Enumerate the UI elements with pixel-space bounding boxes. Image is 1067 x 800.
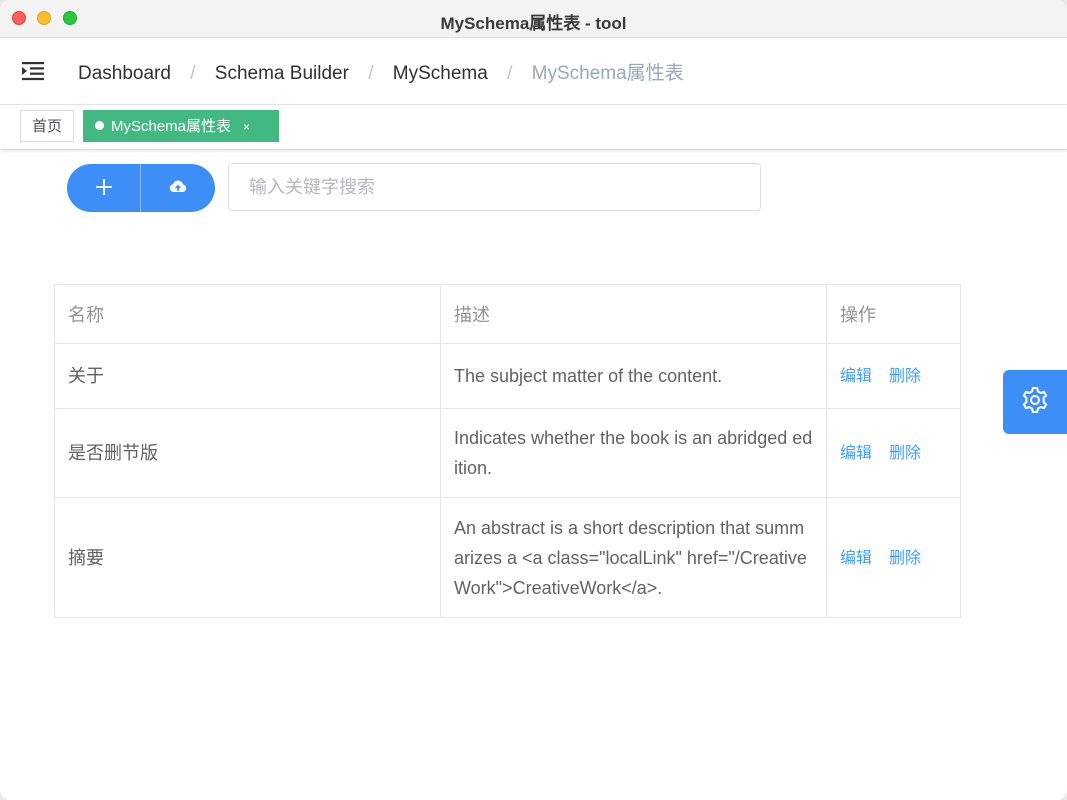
column-header-actions: 操作 (826, 284, 961, 344)
breadcrumb-separator: / (507, 63, 513, 84)
delete-link[interactable]: 删除 (889, 445, 921, 462)
cloud-upload-icon (169, 179, 187, 198)
navbar: Dashboard / Schema Builder / MySchema / … (0, 38, 1067, 105)
table-row: 关于 The subject matter of the content. 编辑… (54, 343, 961, 409)
delete-link[interactable]: 删除 (889, 368, 921, 385)
title-bar: MySchema属性表 - tool (0, 0, 1067, 38)
breadcrumb-schema-builder[interactable]: Schema Builder (215, 63, 349, 85)
table-row: 是否删节版 Indicates whether the book is an a… (54, 408, 961, 498)
plus-icon (95, 178, 113, 199)
gear-icon (1020, 385, 1050, 420)
breadcrumb-current: MySchema属性表 (531, 63, 684, 84)
column-header-name: 名称 (54, 284, 441, 344)
breadcrumb-myschema[interactable]: MySchema (393, 63, 488, 85)
cell-actions: 编辑 删除 (826, 497, 961, 618)
add-button[interactable] (67, 164, 141, 212)
cell-description: The subject matter of the content. (440, 343, 827, 409)
window-title: MySchema属性表 - tool (440, 14, 627, 33)
cell-actions: 编辑 删除 (826, 343, 961, 409)
tags-view: 首页 MySchema属性表 × (0, 105, 1067, 150)
tag-current-label: MySchema属性表 (111, 118, 232, 135)
property-table: 名称 描述 操作 关于 The subject matter of the co… (54, 284, 961, 618)
edit-link[interactable]: 编辑 (840, 550, 872, 567)
settings-button[interactable] (1003, 370, 1067, 434)
column-header-description: 描述 (440, 284, 827, 344)
active-dot-icon (95, 121, 104, 130)
cell-name: 关于 (54, 343, 441, 409)
upload-button[interactable] (141, 164, 215, 212)
tag-close-icon[interactable]: × (243, 111, 250, 143)
cell-actions: 编辑 删除 (826, 408, 961, 498)
search-input[interactable] (228, 163, 761, 211)
table-header-row: 名称 描述 操作 (54, 284, 961, 344)
cell-name: 是否删节版 (54, 408, 441, 498)
edit-link[interactable]: 编辑 (840, 445, 872, 462)
edit-link[interactable]: 编辑 (840, 368, 872, 385)
breadcrumb-separator: / (368, 63, 374, 84)
breadcrumb: Dashboard / Schema Builder / MySchema / … (78, 58, 684, 85)
delete-link[interactable]: 删除 (889, 550, 921, 567)
app-window: MySchema属性表 - tool Dashboard / Schema Bu… (0, 0, 1067, 800)
tag-home[interactable]: 首页 (20, 110, 75, 142)
tag-current[interactable]: MySchema属性表 × (83, 110, 279, 142)
sidebar-toggle-icon[interactable] (22, 59, 46, 83)
breadcrumb-separator: / (190, 63, 196, 84)
action-button-group (67, 164, 215, 212)
tag-home-label: 首页 (32, 118, 63, 135)
table-row: 摘要 An abstract is a short description th… (54, 497, 961, 618)
cell-description: An abstract is a short description that … (440, 497, 827, 618)
cell-description: Indicates whether the book is an abridge… (440, 408, 827, 498)
cell-name: 摘要 (54, 497, 441, 618)
breadcrumb-dashboard[interactable]: Dashboard (78, 63, 171, 85)
